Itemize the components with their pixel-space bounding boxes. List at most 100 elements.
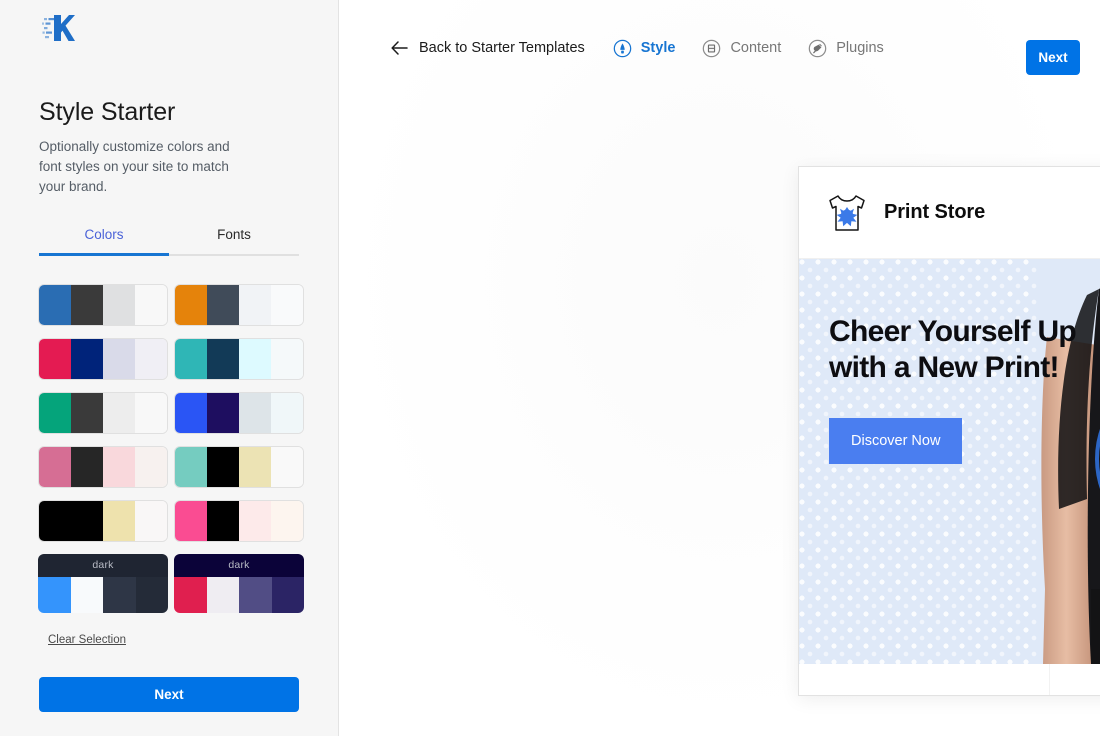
color-palette-swatch[interactable]: dark	[38, 553, 168, 613]
color-palette-swatch[interactable]: dark	[174, 553, 304, 613]
palette-color-cell	[135, 576, 168, 613]
topbar-next-button[interactable]: Next	[1026, 40, 1080, 75]
style-brush-icon	[613, 39, 632, 57]
page-title: Style Starter	[39, 98, 176, 126]
palette-color-cell	[206, 576, 239, 613]
color-palette-swatch[interactable]	[174, 445, 304, 488]
palette-color-cell	[71, 500, 103, 541]
hero-heading: Cheer Yourself Up with a New Print!	[829, 315, 1077, 384]
color-palette-swatch[interactable]	[174, 337, 304, 380]
palette-color-cell	[207, 338, 239, 379]
palette-color-cell	[135, 446, 167, 487]
kadence-k-logo-icon	[42, 15, 75, 41]
palette-color-cell	[239, 576, 272, 613]
brand-logo-wrap	[0, 0, 338, 62]
page-subtitle: Optionally customize colors and font sty…	[39, 139, 230, 194]
sidebar: Style Starter Optionally customize color…	[0, 0, 339, 736]
palette-color-cell	[103, 284, 135, 325]
main-area: Back to Starter Templates Style Content	[339, 0, 1100, 736]
palette-color-cell	[39, 446, 71, 487]
nav-step-style[interactable]: Style	[613, 39, 676, 58]
nav-step-content-label: Content	[730, 40, 782, 56]
palette-dark-label: dark	[38, 553, 168, 577]
nav-step-style-label: Style	[640, 40, 676, 56]
preview-hero-section: Cheer Yourself Up with a New Print! Disc…	[799, 259, 1100, 664]
palette-color-cell	[175, 392, 207, 433]
palette-color-cell	[239, 500, 271, 541]
palette-color-cell	[103, 446, 135, 487]
palette-color-cell	[271, 284, 303, 325]
palette-color-cell	[39, 392, 71, 433]
palette-color-cell	[71, 392, 103, 433]
style-starter-app: Style Starter Optionally customize color…	[0, 0, 1100, 736]
palette-color-cell	[207, 284, 239, 325]
tab-active-underline	[39, 252, 169, 256]
hero-discover-now-button[interactable]: Discover Now	[829, 418, 963, 464]
palette-color-cell	[175, 284, 207, 325]
preview-site-header: Print Store	[799, 167, 1100, 259]
color-palette-swatch[interactable]	[38, 499, 168, 542]
palette-color-cell	[239, 338, 271, 379]
palette-color-cell	[174, 576, 207, 613]
palette-color-cell	[38, 576, 71, 613]
clear-selection-link[interactable]: Clear Selection	[48, 634, 126, 646]
nav-step-plugins[interactable]: Plugins	[808, 39, 884, 58]
palette-color-cell	[239, 446, 271, 487]
palette-color-cell	[271, 576, 304, 613]
color-palette-swatch[interactable]	[38, 283, 168, 326]
footer-column	[1048, 664, 1100, 695]
footer-column	[799, 664, 1049, 695]
preview-footer-strip	[799, 664, 1100, 695]
nav-step-plugins-label: Plugins	[836, 40, 884, 56]
palette-color-cell	[135, 284, 167, 325]
site-preview-viewport: Print Store Cheer Yourself Up with a New…	[799, 167, 1100, 695]
palette-color-cell	[39, 338, 71, 379]
palette-color-cell	[175, 338, 207, 379]
color-palette-swatch[interactable]	[38, 445, 168, 488]
palette-color-cell	[175, 446, 207, 487]
palette-color-cell	[39, 500, 71, 541]
hero-text-block: Cheer Yourself Up with a New Print! Disc…	[829, 314, 1089, 464]
palette-dark-label: dark	[174, 553, 304, 577]
palette-color-cell	[271, 338, 303, 379]
color-palette-swatch[interactable]	[174, 283, 304, 326]
palette-color-cell	[103, 576, 136, 613]
palette-color-cell	[271, 446, 303, 487]
palette-color-cell	[135, 338, 167, 379]
sidebar-next-button[interactable]: Next	[39, 677, 299, 712]
palette-color-cell	[239, 284, 271, 325]
top-navigation-bar: Back to Starter Templates Style Content	[339, 0, 1100, 96]
back-to-starter-templates-link[interactable]: Back to Starter Templates	[391, 40, 585, 56]
color-palette-swatch[interactable]	[174, 499, 304, 542]
tab-fonts[interactable]: Fonts	[169, 227, 299, 254]
color-palette-swatch[interactable]	[38, 391, 168, 434]
palette-color-cell	[71, 284, 103, 325]
color-palette-grid: dark dark	[0, 283, 338, 613]
palette-color-cell	[70, 576, 103, 613]
color-palette-swatch[interactable]	[38, 337, 168, 380]
palette-color-cell	[175, 500, 207, 541]
palette-color-cell	[271, 500, 303, 541]
palette-color-cell	[135, 500, 167, 541]
palette-color-cell	[239, 392, 271, 433]
palette-color-cell	[71, 338, 103, 379]
plugins-plug-icon	[808, 39, 827, 57]
palette-color-cell	[71, 446, 103, 487]
palette-color-cell	[271, 392, 303, 433]
color-palette-swatch[interactable]	[174, 391, 304, 434]
palette-color-cell	[39, 284, 71, 325]
tab-colors[interactable]: Colors	[39, 227, 169, 254]
nav-step-content[interactable]: Content	[702, 39, 781, 58]
palette-color-cell	[207, 500, 239, 541]
palette-color-cell	[103, 500, 135, 541]
palette-color-cell	[103, 392, 135, 433]
palette-color-cell	[207, 446, 239, 487]
content-page-icon	[703, 39, 721, 57]
palette-color-cell	[207, 392, 239, 433]
arrow-left-icon	[391, 41, 408, 55]
style-tabs: Colors Fonts	[39, 227, 299, 256]
preview-site-name: Print Store	[884, 201, 986, 223]
back-link-label: Back to Starter Templates	[419, 40, 585, 56]
palette-color-cell	[135, 392, 167, 433]
tshirt-ink-splat-logo-icon	[829, 194, 865, 231]
